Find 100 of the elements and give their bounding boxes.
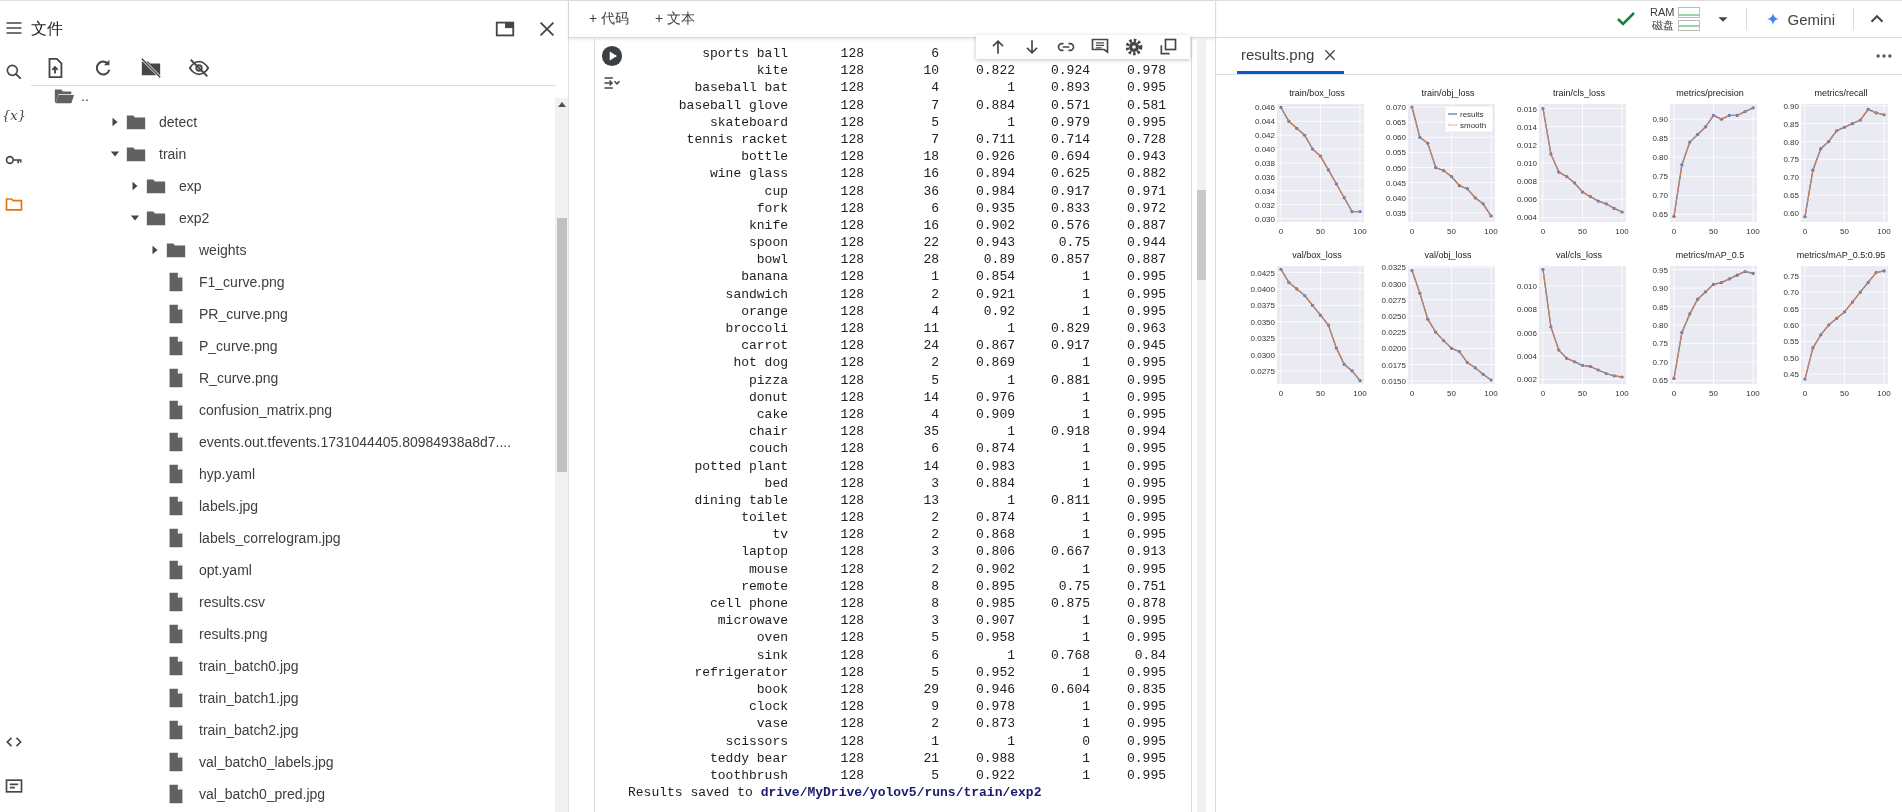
settings-icon[interactable] (1124, 37, 1144, 57)
add-cell-button[interactable]: + 文本 (651, 8, 700, 30)
output-cell-text: 6 (930, 646, 939, 664)
output-cell-text: 0.995 (1126, 698, 1166, 716)
tick-label: 0.80 (1652, 321, 1668, 330)
data-point (1612, 206, 1616, 210)
output-cell-text: laptop (740, 543, 788, 561)
data-point (1279, 267, 1283, 271)
folder-name[interactable]: detect (159, 114, 198, 130)
file-name[interactable]: results.csv (199, 594, 266, 610)
search-icon[interactable] (4, 62, 24, 82)
file-name[interactable]: hyp.yaml (199, 466, 256, 482)
data-point (1334, 182, 1338, 186)
output-cell-text: 0.995 (1126, 405, 1166, 424)
tick-label: 0.55 (1783, 337, 1799, 347)
data-point (1342, 362, 1346, 366)
data-point (1434, 330, 1438, 334)
terminal-icon[interactable] (4, 776, 24, 796)
output-cell-text: 0.873 (975, 715, 1015, 733)
file-name[interactable]: R_curve.png (199, 370, 279, 386)
data-point (1426, 317, 1430, 321)
file-name[interactable]: opt.yaml (199, 562, 252, 578)
output-cell-text: tennis racket (685, 130, 788, 149)
output-cell-text: 5 (930, 766, 939, 785)
output-cell-text: 1 (1081, 560, 1090, 578)
file-name[interactable]: train_batch1.jpg (199, 690, 299, 706)
scrollbar[interactable] (555, 98, 568, 812)
data-point (1711, 282, 1716, 287)
output-cell-text: 0.972 (1126, 199, 1166, 217)
data-point (1442, 168, 1446, 173)
output-cell-text: 0.571 (1050, 96, 1090, 114)
resource-meter[interactable]: RAM 磁盘 (1650, 6, 1701, 32)
output-cell-text: 0.869 (975, 354, 1015, 372)
file-name[interactable]: results.png (199, 626, 268, 642)
file-name[interactable]: labels_correlogram.jpg (199, 530, 341, 546)
output-cell-text: 0.893 (1050, 79, 1090, 97)
file-name[interactable]: confusion_matrix.png (199, 402, 333, 418)
file-name[interactable]: labels.jpg (199, 498, 259, 514)
tick-label: 0.050 (1385, 163, 1406, 173)
output-cell-text: 0.995 (1126, 113, 1166, 131)
tick-label: 0.006 (1516, 195, 1537, 205)
eye-slash-icon[interactable] (188, 57, 210, 79)
output-cell-text: 2 (930, 560, 939, 578)
file-name[interactable]: val_batch0_pred.jpg (199, 786, 326, 802)
file-name[interactable]: val_batch0_labels.jpg (199, 754, 334, 770)
parent-folder-link[interactable]: .. (81, 88, 89, 104)
output-cell-text: 0.979 (1050, 113, 1090, 131)
run-button-icon[interactable] (600, 45, 623, 67)
add-cell-button[interactable]: + 代码 (585, 8, 634, 30)
output-cell-text: bottle (740, 148, 788, 166)
file-name[interactable]: train_batch2.jpg (199, 722, 299, 738)
output-cell-text: 1 (1081, 268, 1090, 286)
output-cell-text: 1 (1081, 354, 1090, 372)
output-cell-text: 0.84 (1133, 646, 1166, 664)
file-tab[interactable]: results.png (1237, 38, 1345, 74)
gemini-button[interactable]: Gemini (1759, 9, 1841, 29)
tick-label: 50 (1578, 227, 1587, 236)
folder-slash-icon[interactable] (140, 57, 162, 79)
variables-tab[interactable]: {x} (2, 106, 26, 126)
folder-name[interactable]: train (159, 146, 187, 162)
scrollbar[interactable] (1197, 38, 1206, 812)
folder-name[interactable]: exp (179, 178, 202, 194)
output-cell-text: baseball glove (677, 96, 788, 114)
data-point (1858, 290, 1862, 294)
output-cell-text: 0.978 (975, 698, 1015, 716)
folder-name[interactable]: weights (199, 242, 247, 258)
folder-name[interactable]: exp2 (179, 210, 210, 226)
chart-title: metrics/mAP_0.5 (1675, 250, 1745, 260)
output-cell-text: 1 (1006, 79, 1015, 97)
output-cell-text: 128 (839, 354, 864, 372)
mirror-cell-icon[interactable] (1158, 37, 1178, 57)
output-cell-text: 0.995 (1126, 302, 1166, 320)
file-name[interactable]: events.out.tfevents.1731044405.80984938a8d7.... (199, 434, 512, 450)
data-point (1442, 338, 1446, 343)
tick-label: 0 (1671, 227, 1677, 236)
tick-label: 0.0250 (1381, 311, 1406, 321)
data-point (1735, 273, 1739, 277)
output-cell-text: fork (755, 199, 788, 217)
data-point (1449, 175, 1454, 179)
output-cell-text: carrot (740, 337, 788, 355)
output-cell-text: 0.868 (975, 526, 1015, 544)
tick-label: 0.75 (1783, 271, 1799, 281)
file-name[interactable]: train_batch0.jpg (199, 658, 299, 674)
tick-label: 0.65 (1783, 191, 1799, 201)
file-name[interactable]: PR_curve.png (199, 306, 288, 322)
data-point (1842, 125, 1847, 129)
output-cell-text: 1 (1081, 698, 1090, 716)
output-cell-text: baseball bat (693, 79, 788, 97)
output-cell-text: 128 (839, 440, 864, 458)
data-point (1588, 195, 1592, 199)
tick-label: 100 (1615, 227, 1629, 236)
output-cell-text: 1 (930, 268, 939, 286)
file-name[interactable]: F1_curve.png (199, 274, 285, 290)
file-name[interactable]: P_curve.png (199, 338, 278, 354)
output-cell-text: 0.995 (1126, 371, 1166, 389)
output-cell-text: 0.902 (975, 560, 1015, 578)
data-point (1457, 184, 1461, 188)
output-cell-text: 0.983 (975, 457, 1015, 475)
data-point (1549, 152, 1553, 156)
data-point (1743, 110, 1747, 114)
